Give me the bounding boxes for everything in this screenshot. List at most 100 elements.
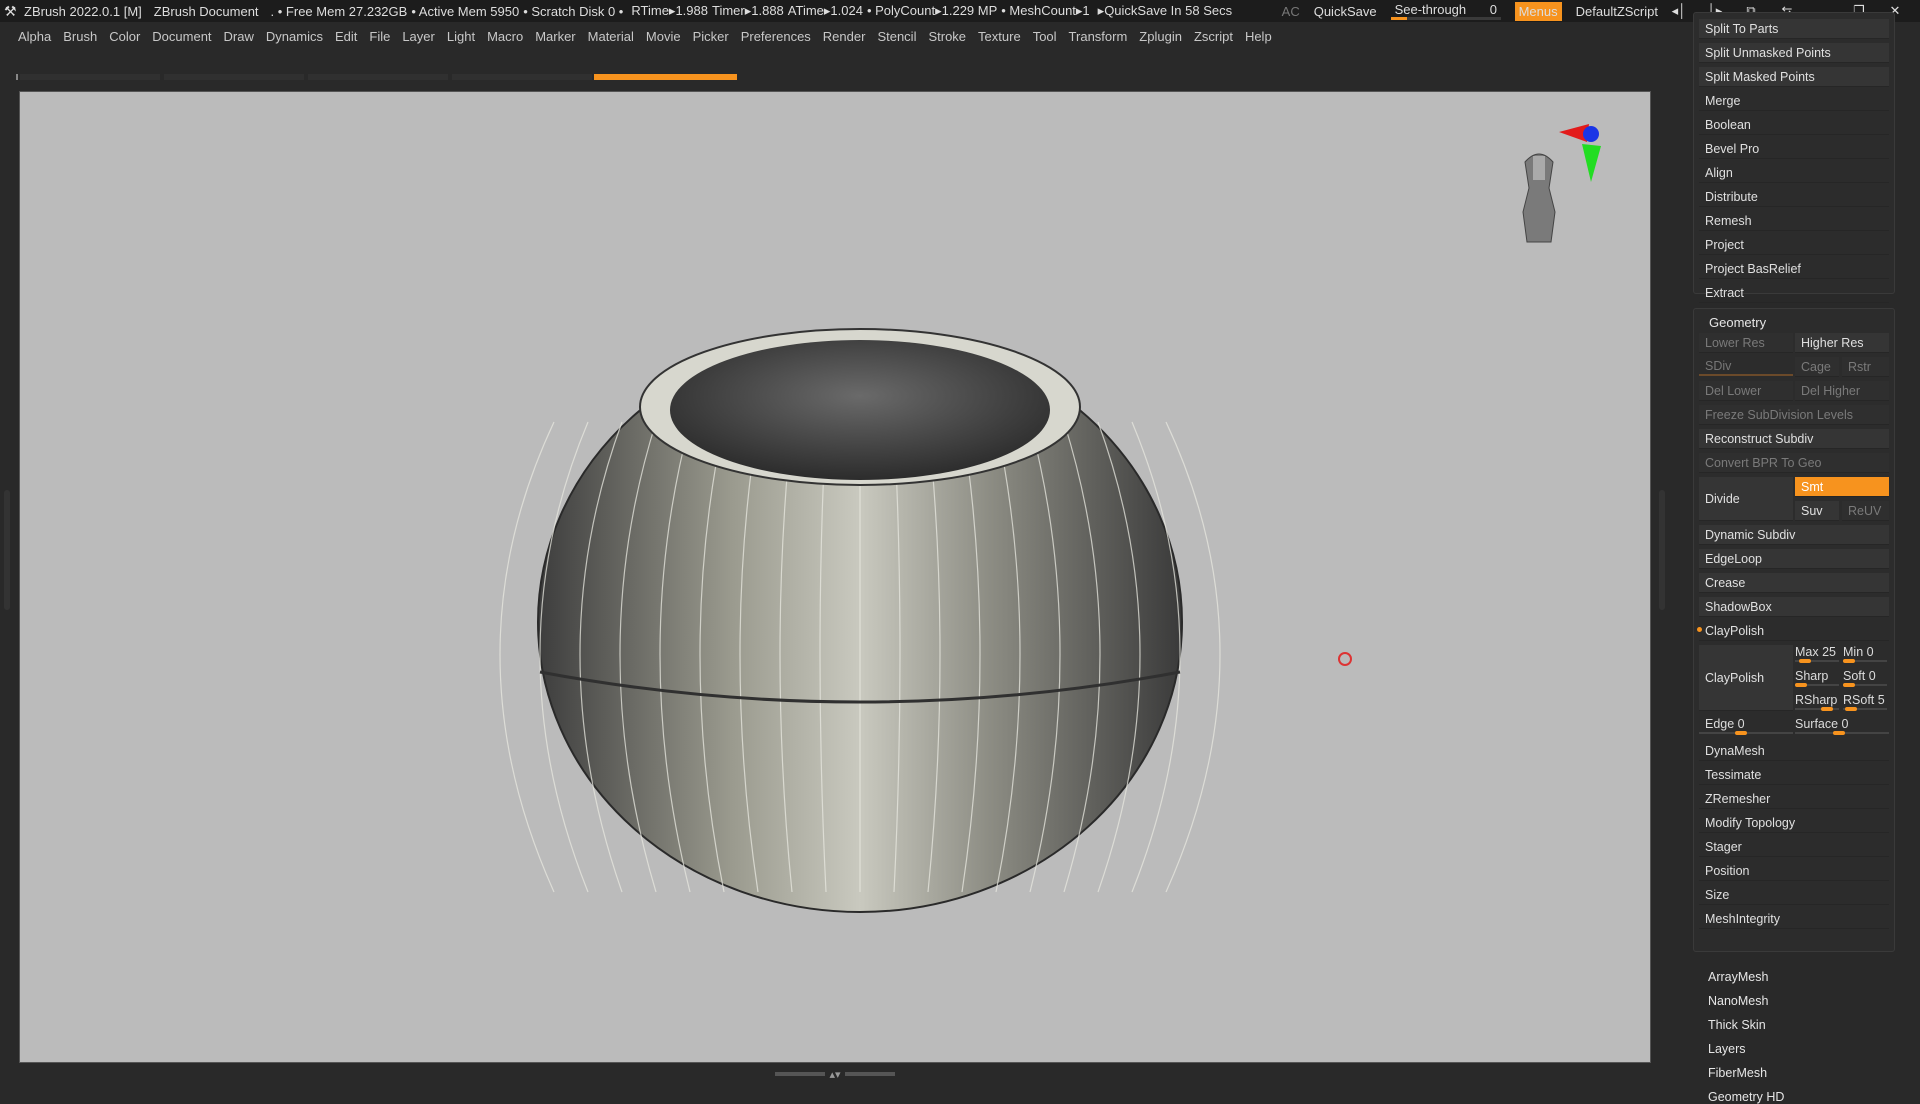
tab-slot-4[interactable] xyxy=(452,74,592,80)
rsharp-slider[interactable]: RSharp xyxy=(1795,691,1839,711)
menu-help[interactable]: Help xyxy=(1245,29,1272,44)
geometry-tessimate-button[interactable]: Tessimate xyxy=(1699,765,1889,785)
right-tray-handle[interactable] xyxy=(1659,490,1665,610)
left-tray-handle[interactable] xyxy=(4,490,10,610)
tab-slot-2[interactable] xyxy=(164,74,304,80)
sdiv-slider[interactable]: SDiv xyxy=(1699,357,1793,377)
divide-button[interactable]: Divide xyxy=(1699,477,1793,521)
tool-section-layers[interactable]: Layers xyxy=(1708,1042,1746,1056)
tool-section-geometry-hd[interactable]: Geometry HD xyxy=(1708,1090,1784,1104)
subtool-bevel-pro-button[interactable]: Bevel Pro xyxy=(1699,139,1889,159)
min-slider[interactable]: Min 0 xyxy=(1843,643,1887,663)
menu-stroke[interactable]: Stroke xyxy=(928,29,966,44)
subtool-boolean-button[interactable]: Boolean xyxy=(1699,115,1889,135)
freeze-subdiv-button[interactable]: Freeze SubDivision Levels xyxy=(1699,405,1889,425)
expand-arrows-icon[interactable]: ▴▾ xyxy=(829,1068,840,1081)
sharp-slider[interactable]: Sharp xyxy=(1795,667,1839,687)
menu-draw[interactable]: Draw xyxy=(224,29,254,44)
tab-slot-active[interactable] xyxy=(594,74,737,80)
suv-toggle[interactable]: Suv xyxy=(1795,501,1839,521)
convert-bpr-button[interactable]: Convert BPR To Geo xyxy=(1699,453,1889,473)
subtool-merge-button[interactable]: Merge xyxy=(1699,91,1889,111)
menu-tool[interactable]: Tool xyxy=(1033,29,1057,44)
crease-button[interactable]: Crease xyxy=(1699,573,1889,593)
reconstruct-subdiv-button[interactable]: Reconstruct Subdiv xyxy=(1699,429,1889,449)
menu-preferences[interactable]: Preferences xyxy=(741,29,811,44)
del-lower-button[interactable]: Del Lower xyxy=(1699,381,1793,401)
menu-light[interactable]: Light xyxy=(447,29,475,44)
geometry-size-button[interactable]: Size xyxy=(1699,885,1889,905)
shadowbox-button[interactable]: ShadowBox xyxy=(1699,597,1889,617)
menu-texture[interactable]: Texture xyxy=(978,29,1021,44)
geometry-position-button[interactable]: Position xyxy=(1699,861,1889,881)
lower-res-button[interactable]: Lower Res xyxy=(1699,333,1793,353)
geometry-meshintegrity-button[interactable]: MeshIntegrity xyxy=(1699,909,1889,929)
subtool-remesh-button[interactable]: Remesh xyxy=(1699,211,1889,231)
see-through-slider[interactable]: See-through 0 xyxy=(1390,2,1501,20)
rsoft-slider[interactable]: RSoft 5 xyxy=(1843,691,1887,711)
claypolish-button[interactable]: ClayPolish xyxy=(1699,645,1793,711)
canvas-viewport[interactable] xyxy=(19,91,1651,1063)
ac-label[interactable]: AC xyxy=(1282,4,1300,19)
menu-brush[interactable]: Brush xyxy=(63,29,97,44)
menu-dynamics[interactable]: Dynamics xyxy=(266,29,323,44)
tool-section-thick-skin[interactable]: Thick Skin xyxy=(1708,1018,1766,1032)
subtool-project-basrelief-button[interactable]: Project BasRelief xyxy=(1699,259,1889,279)
subtool-project-button[interactable]: Project xyxy=(1699,235,1889,255)
cage-button[interactable]: Cage xyxy=(1795,357,1839,377)
geometry-zremesher-button[interactable]: ZRemesher xyxy=(1699,789,1889,809)
edge-slider[interactable]: Edge 0 xyxy=(1699,715,1793,735)
menu-file[interactable]: File xyxy=(369,29,390,44)
menu-movie[interactable]: Movie xyxy=(646,29,681,44)
subtool-extract-button[interactable]: Extract xyxy=(1699,283,1889,303)
menu-picker[interactable]: Picker xyxy=(693,29,729,44)
higher-res-button[interactable]: Higher Res xyxy=(1795,333,1889,353)
document-title: ZBrush Document xyxy=(153,3,259,19)
menu-transform[interactable]: Transform xyxy=(1069,29,1128,44)
gear-mesh-model[interactable] xyxy=(20,92,1652,1064)
default-zscript-button[interactable]: DefaultZScript xyxy=(1576,4,1658,19)
tool-section-nanomesh[interactable]: NanoMesh xyxy=(1708,994,1768,1008)
menu-layer[interactable]: Layer xyxy=(402,29,435,44)
geometry-modify-topology-button[interactable]: Modify Topology xyxy=(1699,813,1889,833)
menu-document[interactable]: Document xyxy=(152,29,211,44)
menu-marker[interactable]: Marker xyxy=(535,29,575,44)
menu-zscript[interactable]: Zscript xyxy=(1194,29,1233,44)
subtool-distribute-button[interactable]: Distribute xyxy=(1699,187,1889,207)
bottom-tray-handle[interactable]: ▴▾ xyxy=(770,1068,900,1081)
subtool-split-masked-points-button[interactable]: Split Masked Points xyxy=(1699,67,1889,87)
menu-material[interactable]: Material xyxy=(588,29,634,44)
claypolish-subpalette[interactable]: ClayPolish xyxy=(1699,621,1889,641)
menu-alpha[interactable]: Alpha xyxy=(18,29,51,44)
surface-slider[interactable]: Surface 0 xyxy=(1795,715,1889,735)
geometry-title[interactable]: Geometry xyxy=(1709,315,1766,330)
menus-button[interactable]: Menus xyxy=(1514,1,1562,21)
soft-slider[interactable]: Soft 0 xyxy=(1843,667,1887,687)
geometry-dynamesh-button[interactable]: DynaMesh xyxy=(1699,741,1889,761)
tab-slot-3[interactable] xyxy=(308,74,448,80)
dynamic-subdiv-button[interactable]: Dynamic Subdiv xyxy=(1699,525,1889,545)
tool-section-arraymesh[interactable]: ArrayMesh xyxy=(1708,970,1768,984)
quicksave-button[interactable]: QuickSave xyxy=(1314,4,1377,19)
subtool-split-to-parts-button[interactable]: Split To Parts xyxy=(1699,19,1889,39)
subtool-align-button[interactable]: Align xyxy=(1699,163,1889,183)
menu-color[interactable]: Color xyxy=(109,29,140,44)
del-higher-button[interactable]: Del Higher xyxy=(1795,381,1889,401)
menu-stencil[interactable]: Stencil xyxy=(877,29,916,44)
menu-zplugin[interactable]: Zplugin xyxy=(1139,29,1182,44)
orientation-gizmo[interactable] xyxy=(1515,122,1625,252)
brush-cursor-icon xyxy=(1338,652,1352,666)
tool-section-fibermesh[interactable]: FiberMesh xyxy=(1708,1066,1767,1080)
tab-slot-1[interactable] xyxy=(20,74,160,80)
menu-macro[interactable]: Macro xyxy=(487,29,523,44)
subtool-split-unmasked-points-button[interactable]: Split Unmasked Points xyxy=(1699,43,1889,63)
reuv-toggle[interactable]: ReUV xyxy=(1842,501,1889,521)
menu-render[interactable]: Render xyxy=(823,29,866,44)
max-slider[interactable]: Max 25 xyxy=(1795,643,1839,663)
menu-edit[interactable]: Edit xyxy=(335,29,357,44)
rstr-button[interactable]: Rstr xyxy=(1842,357,1889,377)
tray-left-icon[interactable]: ◂│ xyxy=(1668,3,1690,19)
edgeloop-button[interactable]: EdgeLoop xyxy=(1699,549,1889,569)
geometry-stager-button[interactable]: Stager xyxy=(1699,837,1889,857)
smt-toggle[interactable]: Smt xyxy=(1795,477,1889,497)
